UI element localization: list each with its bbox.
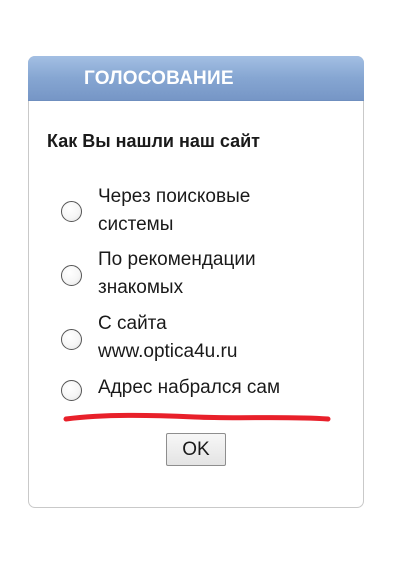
poll-question: Как Вы нашли наш сайт bbox=[47, 131, 260, 151]
radio-button[interactable] bbox=[61, 201, 82, 222]
poll-option-search-engines[interactable]: Через поисковые системы bbox=[61, 183, 351, 239]
poll-widget: ГОЛОСОВАНИЕ Как Вы нашли наш сайт Через … bbox=[28, 56, 364, 508]
poll-option-from-website[interactable]: С сайта www.optica4u.ru bbox=[61, 310, 351, 366]
poll-header: ГОЛОСОВАНИЕ bbox=[28, 56, 364, 101]
radio-button[interactable] bbox=[61, 265, 82, 286]
option-label: Через поисковые системы bbox=[98, 186, 251, 235]
option-label: По рекомендации знакомых bbox=[98, 249, 256, 298]
submit-vote-button[interactable]: OK bbox=[166, 433, 226, 466]
option-label: С сайта www.optica4u.ru bbox=[98, 313, 238, 362]
radio-button[interactable] bbox=[61, 329, 82, 350]
poll-option-recommendation[interactable]: По рекомендации знакомых bbox=[61, 246, 351, 302]
poll-option-typed-address[interactable]: Адрес набрался сам bbox=[61, 374, 351, 430]
radio-button[interactable] bbox=[61, 380, 82, 401]
option-label: Адрес набрался сам bbox=[98, 377, 281, 398]
poll-title: ГОЛОСОВАНИЕ bbox=[84, 68, 234, 89]
